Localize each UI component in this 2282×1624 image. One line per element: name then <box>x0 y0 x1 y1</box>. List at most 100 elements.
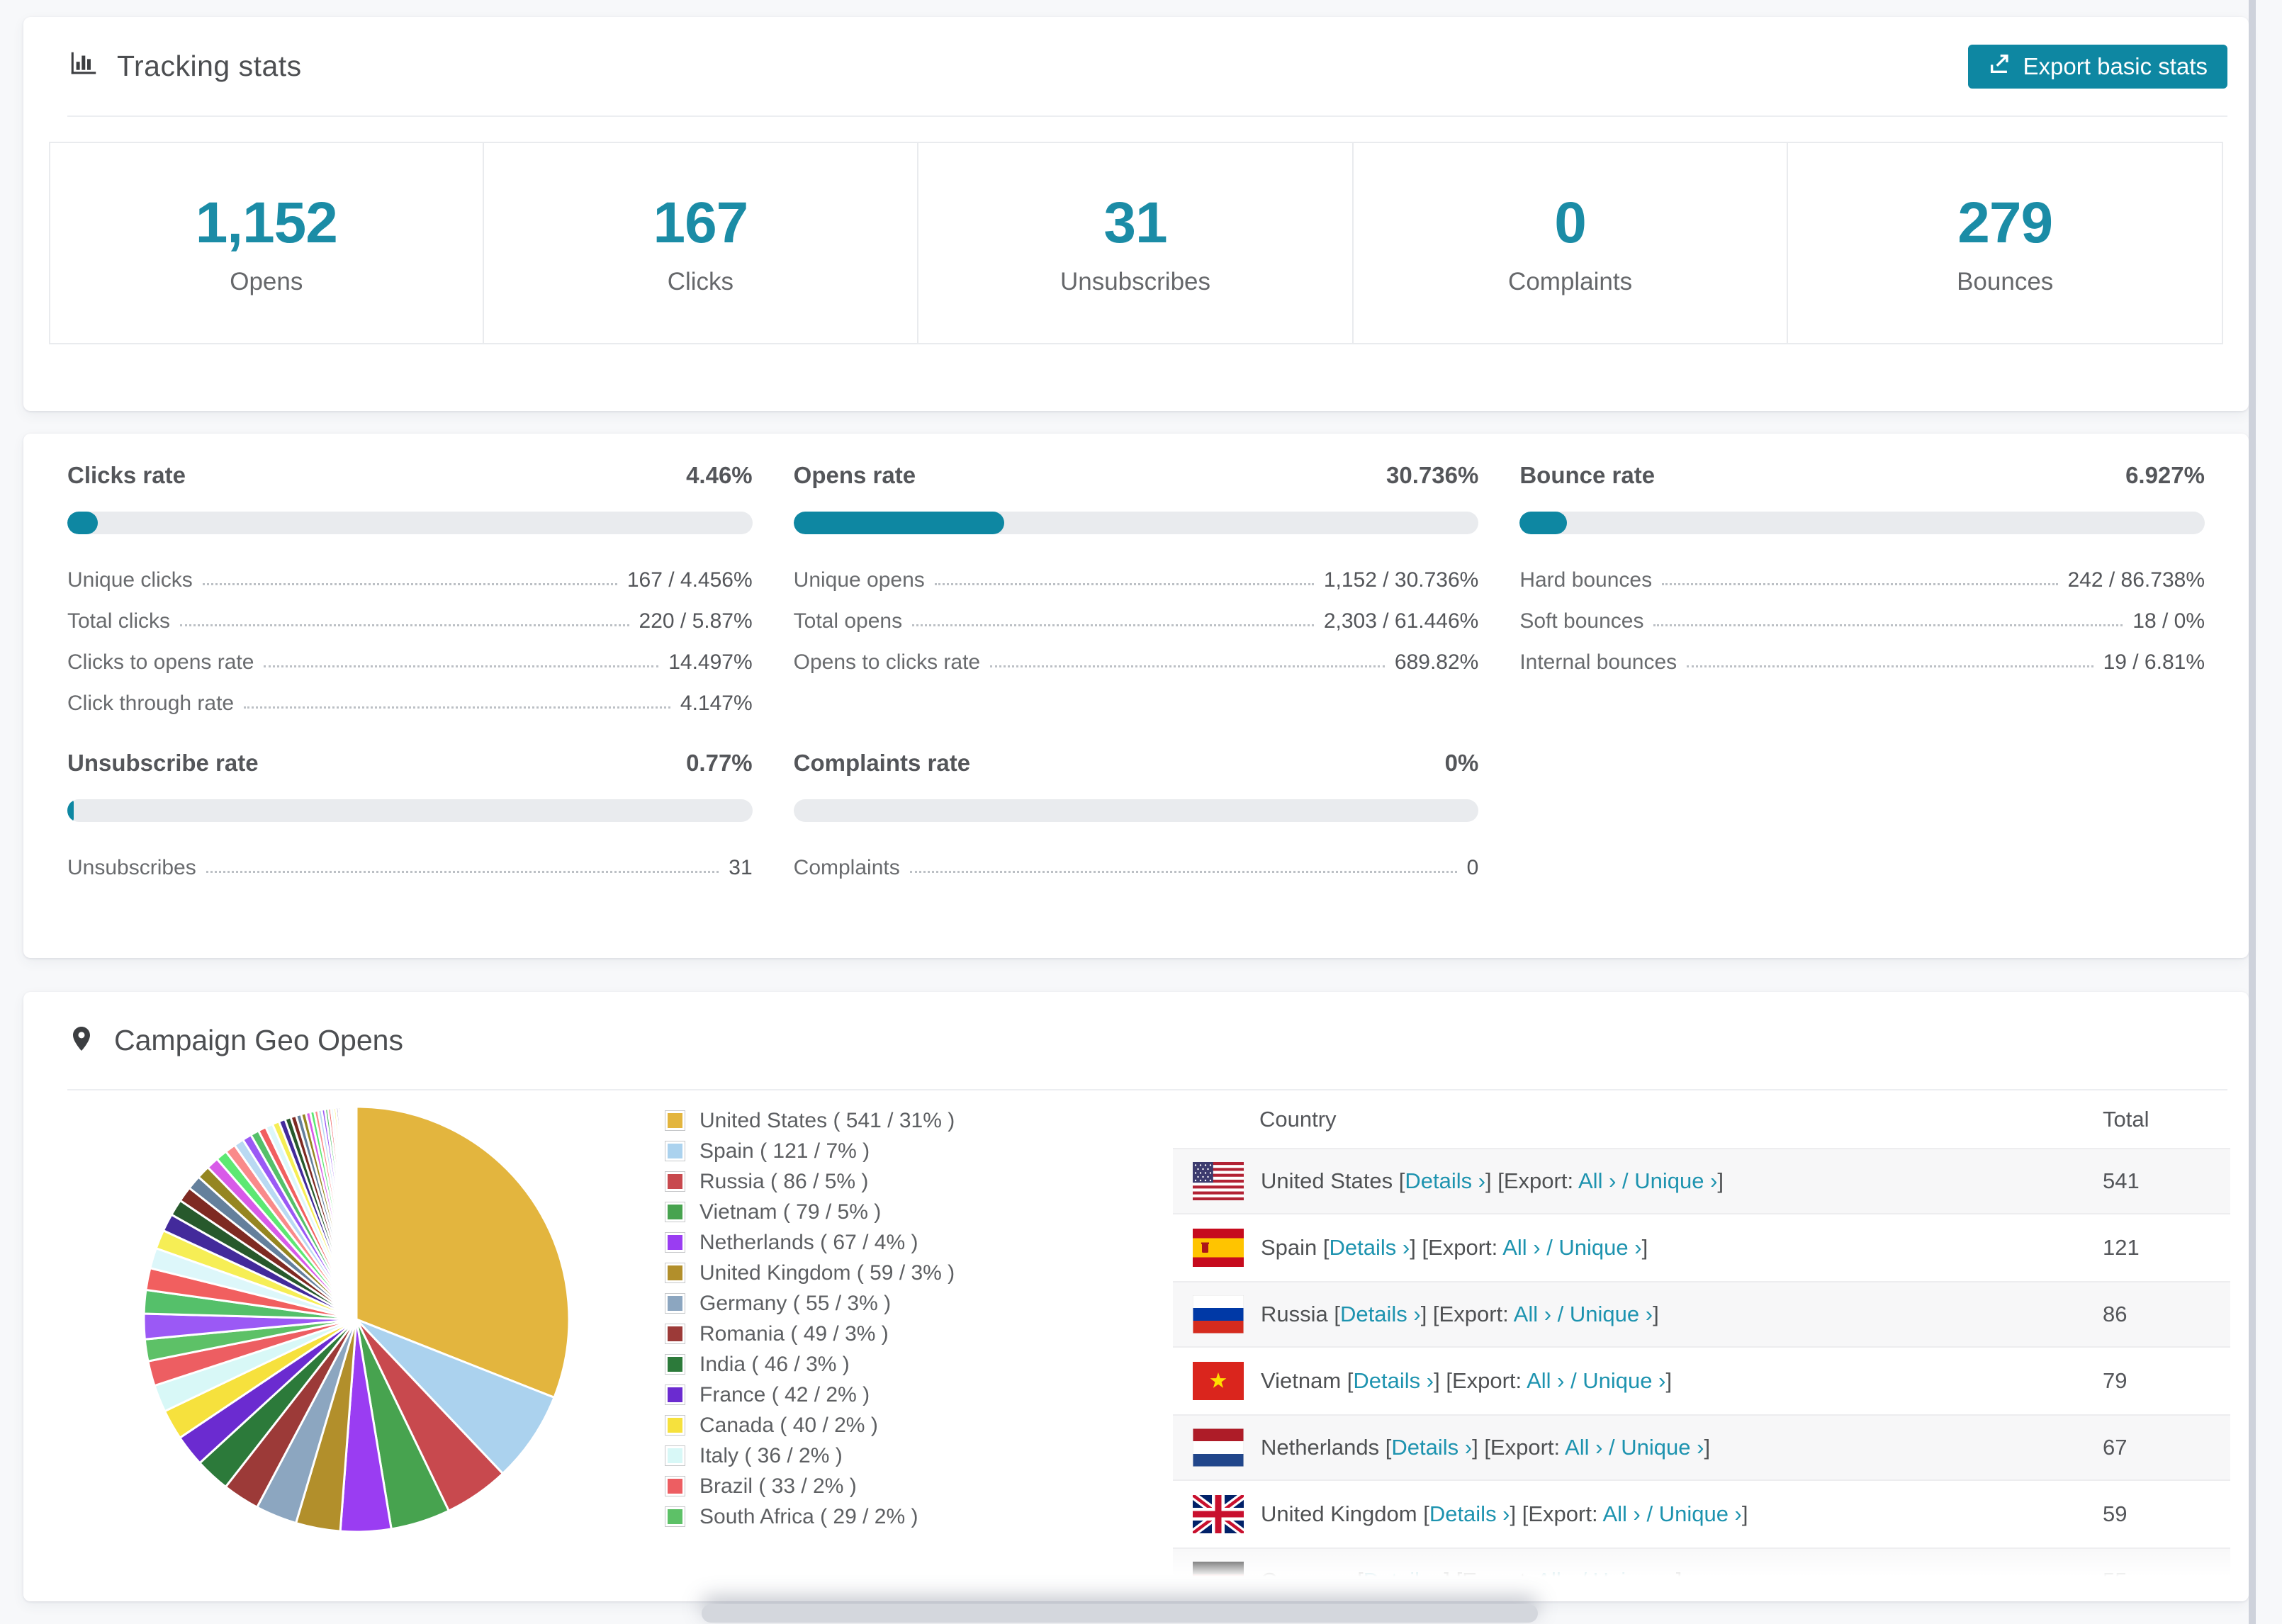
legend-label: India ( 46 / 3% ) <box>699 1352 850 1376</box>
summary-row: 1,152 Opens 167 Clicks 31 Unsubscribes 0 Compla… <box>49 142 2223 344</box>
horizontal-scrollbar-thumb[interactable] <box>702 1604 1538 1623</box>
stat-row: Clicks to opens rate 14.497% <box>67 633 753 675</box>
geo-header: Campaign Geo Opens <box>23 992 2249 1089</box>
stat-label: Unique clicks <box>67 568 193 592</box>
dotted-leader <box>934 583 1314 585</box>
rates-card: Clicks rate 4.46% Unique clicks 167 / 4.456… <box>23 434 2249 958</box>
country-total: 86 <box>2103 1302 2128 1326</box>
summary-value: 167 <box>653 191 748 255</box>
rate-block-bounce-rate: Bounce rate 6.927% Hard bounces 242 / 86.73… <box>1519 462 2205 716</box>
stat-label: Unsubscribes <box>67 856 196 879</box>
rate-title: Bounce rate <box>1519 462 1656 488</box>
export-all-link[interactable]: All › <box>1602 1501 1640 1526</box>
export-all-link[interactable]: All › <box>1527 1368 1564 1393</box>
vn-flag-icon <box>1193 1362 1244 1400</box>
export-all-link[interactable]: All › <box>1502 1235 1540 1260</box>
legend-swatch-icon <box>665 1141 685 1161</box>
link-separator: / <box>1640 1501 1659 1526</box>
legend-label: Vietnam ( 79 / 5% ) <box>699 1200 882 1224</box>
geo-pie-chart <box>137 1100 576 1539</box>
legend-swatch-icon <box>665 1263 685 1283</box>
rate-block-unsubscribe-rate: Unsubscribe rate 0.77% Unsubscribes 31 <box>67 750 753 880</box>
stat-row: Soft bounces 18 / 0% <box>1519 592 2205 633</box>
details-link[interactable]: Details › <box>1340 1302 1421 1326</box>
stat-label: Opens to clicks rate <box>793 650 981 674</box>
geo-legend: United States ( 541 / 31% ) Spain ( 121 /… <box>665 1105 955 1532</box>
legend-label: Italy ( 36 / 2% ) <box>699 1443 843 1467</box>
details-link[interactable]: Details › <box>1330 1235 1410 1260</box>
export-all-link[interactable]: All › <box>1578 1168 1616 1193</box>
country-name: Netherlands <box>1261 1435 1380 1460</box>
link-separator: / <box>1616 1168 1635 1193</box>
stat-value: 2,303 / 61.446% <box>1323 609 1479 633</box>
dashboard-page: Tracking stats Export basic stats 1,152 O… <box>0 0 2282 1624</box>
export-unique-link[interactable]: Unique › <box>1583 1368 1665 1393</box>
export-all-link[interactable]: All › <box>1514 1302 1551 1326</box>
stat-row: Complaints 0 <box>794 839 1479 880</box>
legend-label: United Kingdom ( 59 / 3% ) <box>699 1261 955 1285</box>
rate-progress-fill <box>67 799 74 822</box>
legend-swatch-icon <box>665 1354 685 1375</box>
export-unique-link[interactable]: Unique › <box>1634 1168 1717 1193</box>
stat-value: 18 / 0% <box>2132 609 2205 633</box>
legend-item-spain: Spain ( 121 / 7% ) <box>665 1136 955 1166</box>
export-prefix: ] [Export: <box>1510 1501 1603 1526</box>
rate-progress-fill <box>1519 512 1568 534</box>
summary-label: Clicks <box>667 268 734 295</box>
summary-value: 1,152 <box>195 191 338 255</box>
export-icon <box>1988 52 2012 81</box>
details-link[interactable]: Details › <box>1429 1501 1510 1526</box>
table-bottom-fade <box>23 1546 2249 1601</box>
export-unique-link[interactable]: Unique › <box>1659 1501 1742 1526</box>
total-column-header: Total <box>2103 1107 2149 1132</box>
export-basic-stats-button[interactable]: Export basic stats <box>1967 44 2227 89</box>
stat-label: Total opens <box>793 609 903 633</box>
export-prefix: ] [Export: <box>1420 1302 1514 1326</box>
rate-progress-bar <box>793 512 1479 534</box>
geo-title: Campaign Geo Opens <box>114 1024 403 1056</box>
export-prefix: ] [Export: <box>1410 1235 1503 1260</box>
bracket: ] <box>1717 1168 1724 1193</box>
country-cell: Vietnam [Details ›] [Export: All › / Uni… <box>1261 1368 1672 1394</box>
geo-table-header: Country Total <box>1173 1091 2230 1148</box>
rate-progress-fill <box>67 512 99 534</box>
export-prefix: ] [Export: <box>1472 1435 1566 1460</box>
bracket: [ <box>1327 1302 1340 1326</box>
export-unique-link[interactable]: Unique › <box>1621 1435 1704 1460</box>
summary-cell-complaints: 0 Complaints <box>1353 142 1789 344</box>
summary-value: 279 <box>1957 191 2053 255</box>
stat-label: Unique opens <box>793 568 925 592</box>
legend-item-canada: Canada ( 40 / 2% ) <box>665 1410 955 1440</box>
export-all-link[interactable]: All › <box>1565 1435 1602 1460</box>
stat-value: 1,152 / 30.736% <box>1323 568 1479 592</box>
details-link[interactable]: Details › <box>1405 1168 1485 1193</box>
nl-flag-icon <box>1193 1428 1244 1467</box>
dotted-leader <box>1653 624 2123 626</box>
dotted-leader <box>909 871 1457 873</box>
stat-value: 167 / 4.456% <box>626 568 753 592</box>
vertical-scrollbar[interactable] <box>2249 0 2256 1624</box>
stat-label: Hard bounces <box>1519 568 1653 592</box>
export-unique-link[interactable]: Unique › <box>1570 1302 1653 1326</box>
summary-label: Complaints <box>1508 268 1633 295</box>
link-separator: / <box>1564 1368 1583 1393</box>
bracket: [ <box>1341 1368 1354 1393</box>
stat-label: Click through rate <box>67 692 235 715</box>
stat-label: Clicks to opens rate <box>67 650 254 674</box>
export-prefix: ] [Export: <box>1485 1168 1578 1193</box>
stat-row: Total opens 2,303 / 61.446% <box>794 592 1479 633</box>
ru-flag-icon <box>1193 1295 1244 1333</box>
details-link[interactable]: Details › <box>1353 1368 1434 1393</box>
link-separator: / <box>1602 1435 1621 1460</box>
country-total: 59 <box>2103 1501 2128 1526</box>
details-link[interactable]: Details › <box>1391 1435 1472 1460</box>
bracket: ] <box>1653 1302 1659 1326</box>
dotted-leader <box>244 706 670 709</box>
dotted-leader <box>1687 665 2093 667</box>
rate-value: 30.736% <box>1386 462 1479 488</box>
country-cell: United States [Details ›] [Export: All ›… <box>1261 1168 1724 1194</box>
country-total: 79 <box>2103 1368 2128 1393</box>
stat-row: Unique clicks 167 / 4.456% <box>67 551 753 592</box>
export-unique-link[interactable]: Unique › <box>1558 1235 1641 1260</box>
legend-label: Brazil ( 33 / 2% ) <box>699 1474 857 1498</box>
